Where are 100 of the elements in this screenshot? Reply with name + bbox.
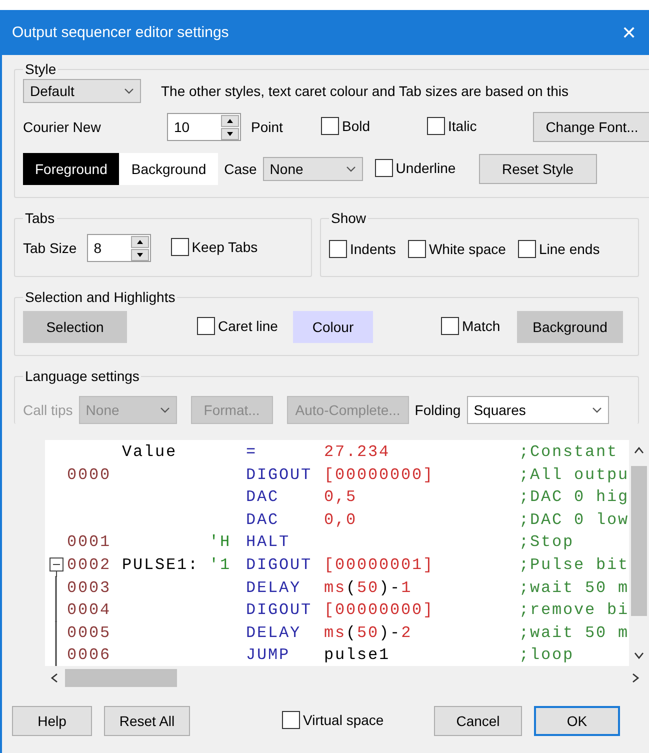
spin-down-icon[interactable] (221, 128, 239, 140)
code-keyword: DAC (246, 510, 280, 529)
background-button[interactable]: Background (119, 153, 218, 185)
chevron-down-icon (346, 166, 356, 172)
code-argument: 0,0 (324, 510, 358, 529)
line-number: 0000 (67, 466, 112, 484)
code-comment: ;All outpu (519, 466, 629, 484)
group-label: Tabs (24, 210, 56, 226)
checkbox[interactable] (518, 240, 536, 258)
code-keyword: DIGOUT (246, 466, 314, 484)
checkbox[interactable] (408, 240, 426, 258)
checkbox-label[interactable]: Virtual space (303, 712, 384, 728)
code-argument: [00000001] (324, 556, 436, 574)
code-argument: ms(50)-1 (324, 578, 414, 596)
code-marker: '1 (209, 556, 232, 574)
window-title: Output sequencer editor settings (12, 24, 229, 41)
change-font-button[interactable]: Change Font... (533, 112, 649, 142)
folding-label: Folding (414, 402, 461, 418)
checkbox[interactable] (427, 116, 445, 134)
code-keyword: DELAY (246, 624, 302, 642)
line-number: 0005 (67, 624, 112, 642)
chevron-down-icon (160, 407, 170, 413)
code-keyword: DAC (246, 488, 280, 506)
cancel-button[interactable]: Cancel (434, 706, 522, 736)
code-keyword: DIGOUT (246, 556, 314, 574)
tab-size-label: Tab Size (23, 240, 77, 256)
close-button[interactable]: ✕ (609, 22, 649, 44)
checkbox-label[interactable]: Bold (342, 118, 370, 134)
spin-down-icon[interactable] (130, 248, 149, 260)
checkbox-label[interactable]: Line ends (538, 241, 600, 257)
line-number: 0006 (67, 646, 112, 664)
code-comment: ;remove bi (519, 601, 629, 619)
code-editor[interactable] (45, 440, 649, 690)
description-text: The other styles, text caret colour and Tab sizes are based on this (161, 83, 569, 99)
case-dropdown[interactable]: None (262, 157, 363, 181)
checkbox[interactable] (170, 238, 189, 256)
foreground-button[interactable]: Foreground (23, 153, 120, 185)
code-keyword: HALT (246, 533, 292, 552)
group-label: Style (24, 61, 58, 77)
code-keyword: JUMP (246, 646, 292, 664)
selection-button[interactable]: Selection (23, 311, 127, 343)
checkbox-label[interactable]: Italic (448, 118, 477, 134)
code-marker: 'H (209, 533, 232, 552)
checkbox[interactable] (374, 158, 393, 176)
checkbox-label[interactable]: White space (428, 241, 506, 257)
checkbox-label[interactable]: Underline (396, 160, 456, 176)
checkbox-label[interactable]: Caret line (218, 318, 278, 334)
background-button[interactable]: Background (517, 311, 623, 343)
checkbox-label[interactable]: Indents (350, 241, 396, 257)
code-comment: ;DAC 0 hig (519, 488, 629, 506)
code-comment: ;Stop (519, 533, 576, 552)
tab-size-spinner[interactable]: 8 (86, 234, 151, 262)
code-comment: ;Constant (519, 443, 620, 462)
code-comment: ;DAC 0 low (519, 510, 629, 529)
code-label: Value (122, 443, 178, 462)
code-argument: 27.234 (324, 443, 392, 462)
line-number: 0002 (67, 556, 112, 574)
scroll-thumb[interactable] (631, 466, 647, 616)
code-comment: ;wait 50 m (519, 578, 629, 596)
code-keyword: DELAY (246, 578, 302, 596)
chevron-down-icon (592, 407, 602, 413)
colour-button[interactable]: Colour (293, 311, 373, 343)
code-argument: [00000000] (324, 601, 436, 619)
code-keyword: DIGOUT (246, 601, 314, 619)
reset-style-button[interactable]: Reset Style (478, 154, 597, 184)
code-argument: ms(50)-2 (324, 624, 414, 642)
line-number: 0003 (67, 578, 112, 596)
code-label: PULSE1: (122, 556, 200, 574)
code-argument: 0,5 (324, 488, 358, 506)
line-number: 0004 (67, 601, 112, 619)
code-argument: [00000000] (324, 466, 436, 484)
case-label: Case (224, 161, 257, 177)
code-comment: ;loop (519, 646, 576, 664)
size-spinner[interactable]: 10 (167, 113, 241, 141)
reset-all-button[interactable]: Reset All (104, 706, 190, 736)
code-comment: ;Pulse bit (519, 556, 629, 574)
checkbox-label[interactable]: Match (462, 318, 500, 334)
checkbox-label[interactable]: Keep Tabs (192, 238, 258, 254)
checkbox[interactable] (197, 316, 215, 334)
style-dropdown[interactable]: Default (23, 79, 141, 103)
checkbox[interactable] (321, 116, 339, 134)
call-tips-label: Call tips (23, 402, 73, 418)
spin-up-icon[interactable] (221, 114, 239, 126)
line-number: 0001 (67, 533, 112, 552)
group-label: Language settings (24, 368, 140, 384)
code-keyword: = (246, 443, 258, 462)
point-label: Point (251, 119, 284, 135)
checkbox[interactable] (282, 710, 300, 728)
code-argument: pulse1 (324, 646, 392, 664)
code-comment: ;wait 50 m (519, 624, 629, 642)
chevron-down-icon (124, 88, 134, 94)
ok-button[interactable]: OK (534, 706, 620, 736)
checkbox[interactable] (441, 316, 459, 334)
font-name: Courier New (23, 119, 102, 135)
group-label: Show (330, 210, 368, 226)
scroll-thumb[interactable] (65, 669, 177, 687)
spin-up-icon[interactable] (130, 236, 149, 248)
group-label: Selection and Highlights (24, 289, 176, 305)
help-button[interactable]: Help (12, 706, 92, 736)
checkbox[interactable] (329, 240, 347, 258)
